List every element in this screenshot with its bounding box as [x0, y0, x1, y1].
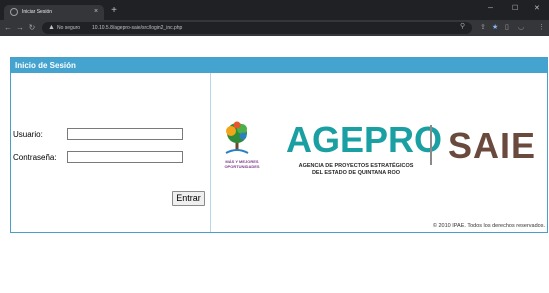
browser-toolbar: ← → ↻ ▲ No seguro 10.10.5.8/agepro-saie/… [0, 20, 549, 36]
forward-icon[interactable]: → [15, 21, 25, 34]
new-tab-button[interactable]: + [108, 5, 120, 17]
password-label: Contraseña: [13, 153, 57, 162]
close-tab-icon[interactable]: × [94, 6, 98, 18]
password-input[interactable] [67, 151, 183, 163]
login-form: Usuario: Contraseña: Entrar [11, 73, 211, 232]
share-icon[interactable]: ⇪ [480, 22, 486, 34]
logo-divider [430, 125, 432, 165]
username-label: Usuario: [13, 130, 43, 139]
tab-title: Iniciar Sesión [22, 9, 53, 15]
browser-tab[interactable]: Iniciar Sesión × [4, 5, 104, 20]
agepro-logo-text: AGEPRO [286, 119, 443, 160]
close-window-icon[interactable]: ✕ [534, 3, 540, 15]
branding-area: MÁS Y MEJORES OPORTUNIDADES AGEPRO AGENC… [212, 73, 547, 232]
globe-icon [10, 8, 18, 16]
minimize-icon[interactable]: ─ [488, 3, 493, 15]
profile-icon[interactable]: ◡ [518, 22, 524, 34]
maximize-icon[interactable]: ☐ [512, 3, 518, 15]
back-icon[interactable]: ← [3, 21, 13, 34]
url-text[interactable]: 10.10.5.8/agepro-saie/src/login2_inc.php [92, 22, 182, 34]
warning-icon[interactable]: ▲ [48, 23, 55, 33]
panel-header: Inicio de Sesión [11, 58, 547, 73]
login-panel: Inicio de Sesión Usuario: Contraseña: En… [10, 57, 548, 233]
page-title: Inicio de Sesión [15, 61, 76, 70]
login-button[interactable]: Entrar [172, 191, 205, 206]
username-input[interactable] [67, 128, 183, 140]
tree-tagline: MÁS Y MEJORES OPORTUNIDADES [224, 159, 260, 169]
menu-icon[interactable]: ⋮ [538, 22, 545, 34]
copyright-text: © 2010 IPAE. Todos los derechos reservad… [432, 223, 545, 229]
saie-logo-text: SAIE [448, 125, 537, 166]
agepro-subtitle: AGENCIA DE PROYECTOS ESTRATÉGICOS DEL ES… [286, 163, 426, 177]
tree-logo [225, 121, 249, 154]
star-icon[interactable]: ★ [492, 22, 498, 34]
address-bar[interactable]: ▲ No seguro 10.10.5.8/agepro-saie/src/lo… [42, 22, 472, 34]
agepro-subtitle-line1: AGENCIA DE PROYECTOS ESTRATÉGICOS [298, 163, 414, 169]
search-icon[interactable]: ⚲ [460, 21, 465, 33]
agepro-subtitle-line2: DEL ESTADO DE QUINTANA ROO [311, 170, 401, 176]
security-label: No seguro [57, 25, 81, 31]
reload-icon[interactable]: ↻ [27, 21, 37, 34]
browser-tab-bar: Iniciar Sesión × + ─ ☐ ✕ [0, 0, 549, 20]
sidebar-icon[interactable]: ▯ [505, 22, 509, 34]
